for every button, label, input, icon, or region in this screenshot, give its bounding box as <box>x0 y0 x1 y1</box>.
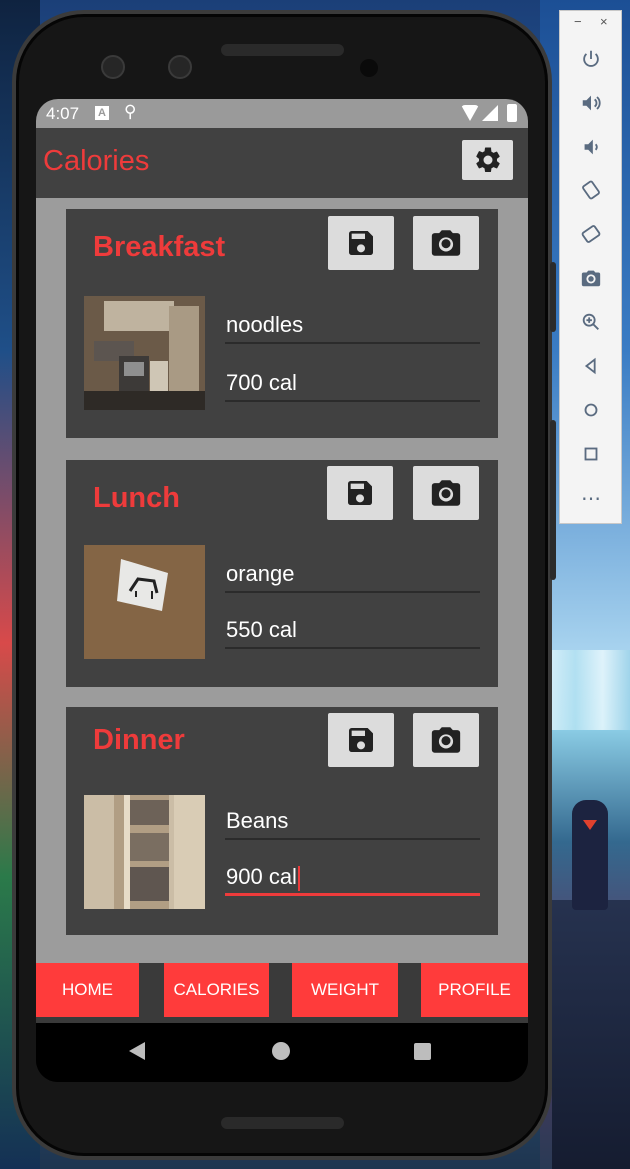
calories-input[interactable]: 700 cal <box>225 366 480 402</box>
camera-icon <box>431 230 461 256</box>
notification-a-icon: A <box>95 106 109 120</box>
meal-photo[interactable] <box>84 296 205 410</box>
save-icon <box>349 728 373 752</box>
minimize-button[interactable]: − <box>574 14 582 29</box>
power-icon[interactable] <box>578 46 604 72</box>
wifi-icon <box>461 105 479 121</box>
close-button[interactable]: × <box>600 14 608 29</box>
power-button[interactable] <box>550 262 556 332</box>
wallpaper-figure-emblem <box>583 820 597 830</box>
save-icon <box>349 231 373 255</box>
page-title: Calories <box>43 145 150 177</box>
volume-up-icon[interactable] <box>578 90 604 116</box>
more-options-icon[interactable]: ⋯ <box>578 485 604 511</box>
bottom-speaker <box>221 1117 344 1129</box>
system-navigation-bar <box>36 1023 528 1082</box>
cell-signal-icon <box>482 105 498 121</box>
home-icon[interactable] <box>272 1042 290 1060</box>
back-icon[interactable] <box>129 1042 145 1060</box>
calories-input[interactable]: 550 cal <box>225 613 480 649</box>
kitchen-photo-icon <box>84 296 205 410</box>
meal-photo[interactable] <box>84 795 205 909</box>
meal-photo[interactable] <box>84 545 205 659</box>
wallpaper-waterfall <box>548 650 630 730</box>
gear-icon <box>475 147 500 172</box>
settings-button[interactable] <box>462 140 513 180</box>
recents-icon[interactable] <box>414 1043 431 1060</box>
zebra-picture-photo-icon <box>84 545 205 659</box>
camera-icon <box>431 727 461 753</box>
bookshelf-photo-icon <box>84 795 205 909</box>
screenshot-camera-icon[interactable] <box>578 265 604 291</box>
meal-title: Breakfast <box>93 231 226 263</box>
status-time: 4:07 <box>46 104 80 123</box>
phone-screen: 4:07 A ⚲ Calories Breakfast noodles 700 … <box>36 99 528 1082</box>
meal-card-lunch: Lunch orange 550 cal <box>66 460 498 687</box>
proximity-sensor <box>360 59 378 77</box>
meal-title: Dinner <box>93 724 185 756</box>
save-button[interactable] <box>328 713 394 767</box>
back-triangle-icon[interactable] <box>578 353 604 379</box>
earpiece-speaker <box>221 44 344 56</box>
nav-profile-button[interactable]: PROFILE <box>421 963 528 1017</box>
meal-card-breakfast: Breakfast noodles 700 cal <box>66 209 498 438</box>
nav-weight-button[interactable]: WEIGHT <box>292 963 398 1017</box>
nav-calories-button[interactable]: CALORIES <box>164 963 269 1017</box>
food-input[interactable]: Beans <box>225 804 480 840</box>
app-bar: Calories <box>36 128 528 198</box>
text-caret <box>297 865 300 891</box>
camera-button[interactable] <box>413 216 479 270</box>
emulator-toolbar: − × ⋯ <box>559 10 622 524</box>
overview-square-icon[interactable] <box>578 441 604 467</box>
wallpaper-figure <box>572 800 608 910</box>
save-button[interactable] <box>328 216 394 270</box>
battery-icon <box>507 104 517 122</box>
volume-rocker[interactable] <box>550 420 556 580</box>
camera-button[interactable] <box>413 466 479 520</box>
meal-card-dinner: Dinner Beans 900 cal <box>66 707 498 935</box>
bottom-navigation: HOME CALORIES WEIGHT PROFILE <box>36 963 528 1023</box>
save-button[interactable] <box>327 466 393 520</box>
front-sensor-icon <box>168 55 192 79</box>
save-icon <box>348 481 372 505</box>
zoom-icon[interactable] <box>578 309 604 335</box>
notification-usb-icon: ⚲ <box>124 102 137 121</box>
meal-list[interactable]: Breakfast noodles 700 cal Lunch orange 5… <box>36 198 528 963</box>
home-circle-icon[interactable] <box>578 397 604 423</box>
food-input[interactable]: noodles <box>225 308 480 344</box>
food-input[interactable]: orange <box>225 557 480 593</box>
rotate-left-icon[interactable] <box>578 177 604 203</box>
nav-home-button[interactable]: HOME <box>36 963 139 1017</box>
meal-title: Lunch <box>93 482 180 514</box>
volume-down-icon[interactable] <box>578 134 604 160</box>
front-camera-icon <box>101 55 125 79</box>
calories-input[interactable]: 900 cal <box>225 860 480 896</box>
camera-button[interactable] <box>413 713 479 767</box>
emulator-window-controls: − × <box>560 11 621 37</box>
calories-input-value: 900 cal <box>226 864 297 889</box>
rotate-right-icon[interactable] <box>578 221 604 247</box>
wallpaper-rocks <box>552 900 630 1169</box>
camera-icon <box>431 480 461 506</box>
status-bar: 4:07 A ⚲ <box>36 99 528 128</box>
